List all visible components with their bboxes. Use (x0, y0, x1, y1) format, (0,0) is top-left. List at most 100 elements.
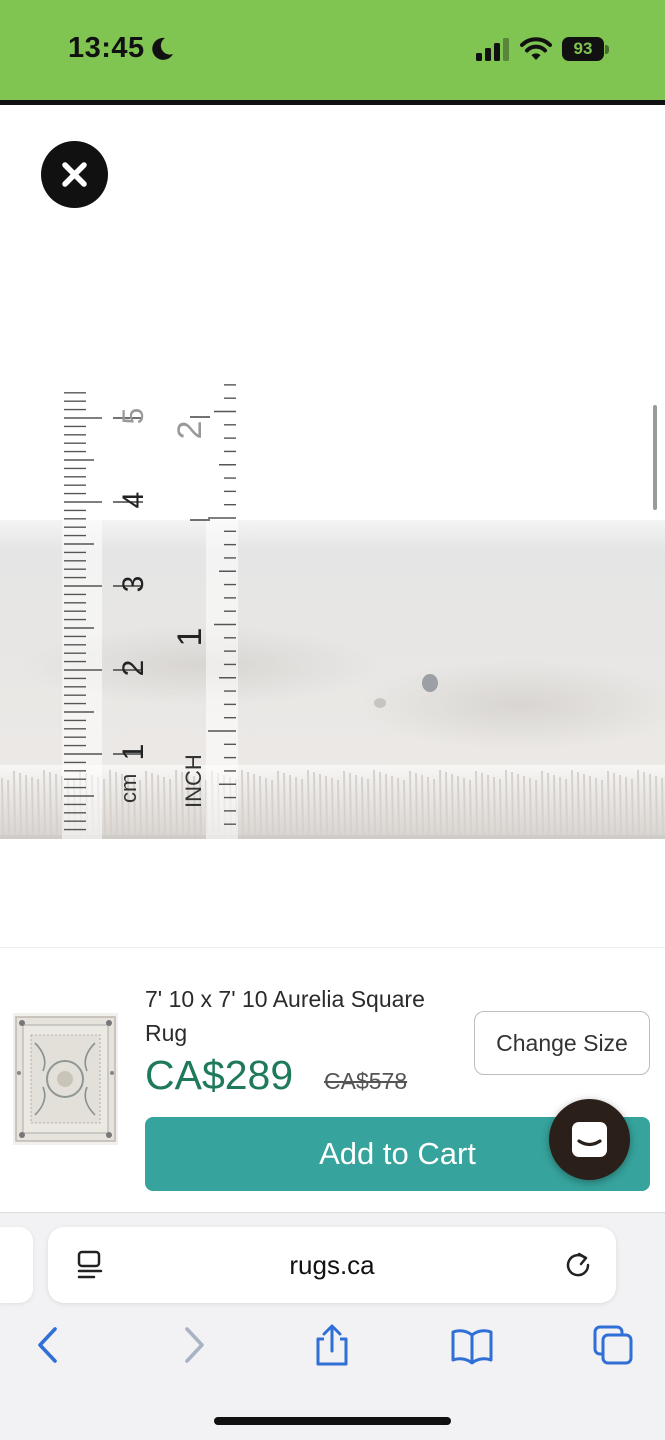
wifi-icon (520, 37, 552, 60)
rug-fringe-strand (451, 773, 454, 836)
rug-fringe-strand (577, 771, 580, 836)
rug-fringe-strand (421, 774, 424, 836)
rug-fringe-strand (307, 769, 310, 836)
rug-fringe-strand (595, 777, 598, 836)
rug-fringe-strand (415, 772, 418, 836)
rug-fringe-strand (349, 772, 352, 836)
rug-fringe-strand (625, 776, 628, 836)
rug-fringe-strand (601, 779, 604, 836)
battery-indicator: 93 (562, 37, 610, 63)
back-icon[interactable] (27, 1323, 71, 1367)
bookmarks-icon[interactable] (450, 1323, 494, 1367)
rug-fringe-strand (19, 772, 22, 836)
rug-fringe-strand (427, 776, 430, 836)
rug-fringe-strand (487, 774, 490, 836)
rug-fringe-strand (343, 770, 346, 836)
rug-fringe-strand (163, 776, 166, 836)
rug-fringe-strand (445, 771, 448, 836)
rug-fringe-strand (637, 769, 640, 836)
rug-fringe-strand (469, 779, 472, 836)
rug-fringe-strand (151, 772, 154, 836)
rug-fringe-strand (265, 777, 268, 836)
rug-fringe-strand (649, 773, 652, 836)
rug-fringe-strand (547, 772, 550, 836)
rug-fringe-strand (535, 779, 538, 836)
rug-fringe-strand (301, 778, 304, 836)
rug-fringe-strand (55, 773, 58, 836)
ruler-inch-number: 2 (171, 421, 209, 440)
url-text: rugs.ca (289, 1250, 375, 1280)
rug-fringe-strand (313, 771, 316, 836)
rug-fringe-strand (433, 778, 436, 836)
tabs-icon[interactable] (591, 1323, 635, 1367)
rug-fringe-strand (31, 776, 34, 836)
rug-fringe-strand (25, 774, 28, 836)
rug-fringe-strand (541, 770, 544, 836)
rug-fringe-strand (355, 774, 358, 836)
product-image-zoom[interactable]: cm INCH 1 2 3 4 5 1 2 (0, 105, 665, 947)
rug-fringe-strand (379, 771, 382, 836)
product-thumbnail[interactable] (13, 1013, 118, 1145)
forward-icon[interactable] (171, 1323, 215, 1367)
rug-fringe-strand (7, 779, 10, 836)
rug-fringe-strand (457, 775, 460, 836)
rug-fringe-strand (247, 771, 250, 836)
rug-fringe-strand (571, 769, 574, 836)
rug-fringe-strand (631, 778, 634, 836)
rug-fringe-strand (439, 769, 442, 836)
rug-fringe-strand (397, 777, 400, 836)
chat-icon (572, 1122, 607, 1157)
moon-icon (152, 37, 173, 60)
rug-fringe-strand (619, 774, 622, 836)
previous-tab-peek[interactable] (0, 1227, 33, 1303)
status-time: 13:45 (68, 32, 145, 64)
rug-fringe-strand (337, 779, 340, 836)
rug-fringe-strand (271, 779, 274, 836)
battery-level: 93 (573, 39, 593, 58)
rug-fringe-strand (1, 777, 4, 836)
rug-fringe-strand (259, 775, 262, 836)
rug-fringe-strand (613, 772, 616, 836)
sale-price: CA$289 (145, 1052, 294, 1098)
ruler-cm-number: 3 (117, 576, 150, 593)
ruler-inch-number: 1 (171, 628, 209, 647)
close-button[interactable] (41, 141, 108, 208)
rug-fringe-strand (109, 769, 112, 836)
rug-fringe-strand (361, 776, 364, 836)
rug-fringe-strand (289, 774, 292, 836)
rug-fringe-strand (157, 774, 160, 836)
address-bar[interactable]: rugs.ca (48, 1227, 616, 1303)
original-price: CA$578 (324, 1068, 408, 1094)
chat-button[interactable] (549, 1099, 630, 1180)
product-title: 7' 10 x 7' 10 Aurelia Square Rug (145, 986, 425, 1046)
ruler-cm-number: 5 (117, 408, 150, 425)
rug-fringe-strand (565, 778, 568, 836)
rug-fringe-strand (481, 772, 484, 836)
rug-fringe-strand (325, 775, 328, 836)
rug-fringe-strand (475, 770, 478, 836)
close-icon (62, 162, 87, 187)
rug-fringe-strand (583, 773, 586, 836)
rug-fringe-strand (655, 775, 658, 836)
change-size-button[interactable]: Change Size (474, 1011, 650, 1075)
rug-fringe-strand (283, 772, 286, 836)
reload-icon[interactable] (564, 1251, 592, 1279)
rug-fringe-strand (49, 771, 52, 836)
rug-fringe-strand (511, 771, 514, 836)
rug-fringe-strand (319, 773, 322, 836)
scroll-indicator[interactable] (653, 405, 657, 510)
rug-fringe-strand (367, 778, 370, 836)
rug-fringe-strand (463, 777, 466, 836)
rug-fringe-strand (241, 769, 244, 836)
rug-fringe-strand (493, 776, 496, 836)
rug-fringe-strand (607, 770, 610, 836)
rug-fringe-strand (409, 770, 412, 836)
rug-fringe-strand (373, 769, 376, 836)
rug-fringe-strand (391, 775, 394, 836)
rug-fringe-strand (169, 778, 172, 836)
rug-fringe-strand (517, 773, 520, 836)
share-icon[interactable] (310, 1323, 354, 1367)
home-indicator (214, 1417, 451, 1425)
rug-fringe-strand (523, 775, 526, 836)
rug-fringe-strand (385, 773, 388, 836)
